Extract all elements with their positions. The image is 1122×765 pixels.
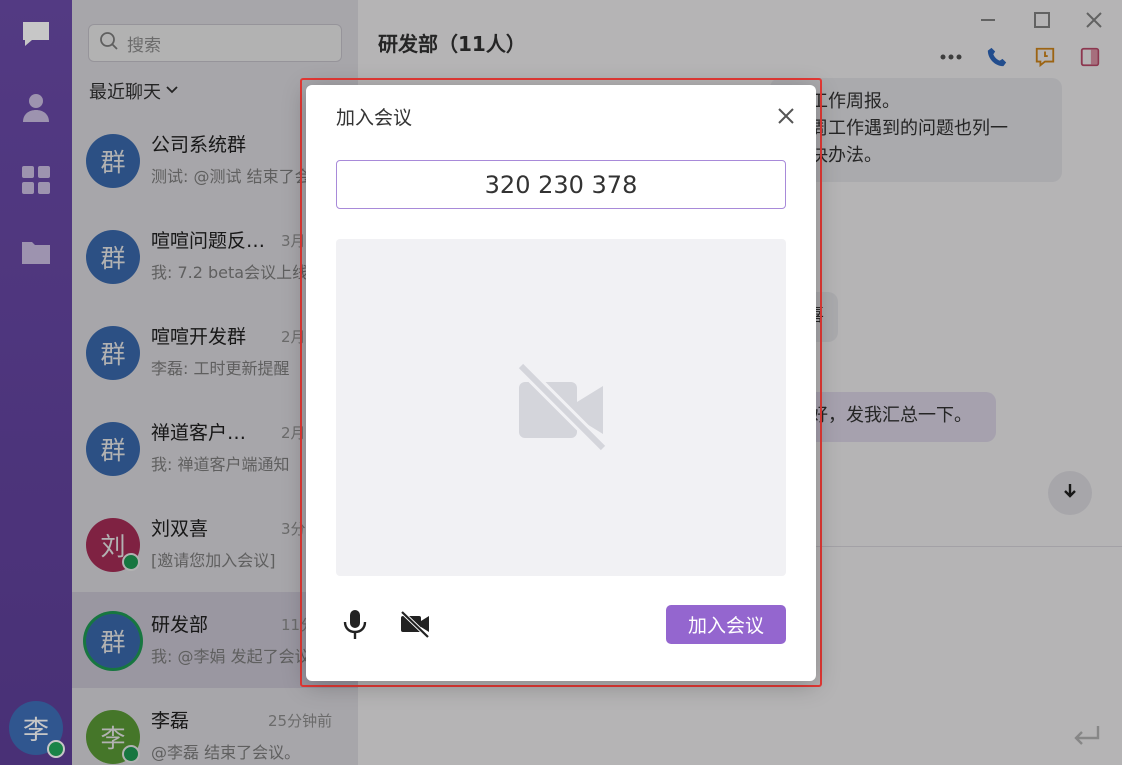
arrow-down-icon [1061,482,1079,504]
close-window-icon[interactable] [1080,6,1108,34]
search-icon [99,31,119,56]
meeting-clock-icon[interactable] [1032,44,1058,70]
chat-name: 公司系统群 [151,134,247,156]
join-meeting-button[interactable]: 加入会议 [666,605,786,644]
chat-name: 禅道客户… [151,422,247,444]
recent-chats-label: 最近聊天 [89,82,161,103]
online-status-dot [122,553,140,571]
chat-avatar: 群 [86,230,140,284]
join-meeting-dialog: 加入会议 加入会议 [306,85,816,681]
chevron-down-icon [165,81,179,102]
close-icon[interactable] [773,103,799,129]
search-placeholder: 搜索 [127,35,161,56]
contacts-icon[interactable] [20,91,52,123]
search-box[interactable]: 搜索 [88,24,342,62]
message-line: 周工作遇到的问题也列一 [810,118,1008,139]
message-line: 决办法。 [810,145,882,166]
chat-name: 喧喧问题反… [151,230,266,252]
chat-avatar: 群 [86,326,140,380]
chat-item[interactable]: 李 李磊 25分钟前 @李磊 结束了会议。 [72,688,358,765]
camera-off-icon [513,358,609,458]
chat-avatar: 群 [86,134,140,188]
folder-icon[interactable] [20,236,52,268]
online-status-dot [47,740,65,758]
phone-icon[interactable] [984,44,1010,70]
chat-time: 25分钟前 [268,712,333,730]
online-status-dot [122,745,140,763]
chat-name: 刘双喜 [151,518,209,540]
dialog-title: 加入会议 [336,107,413,129]
nav-rail: 李 [0,0,72,765]
message-line: 好，发我汇总一下。 [810,405,972,426]
scroll-down-button[interactable] [1048,471,1092,515]
chat-avatar: 群 [86,422,140,476]
chat-name: 李磊 [151,710,190,732]
maximize-icon[interactable] [1028,6,1056,34]
chat-name: 研发部 [151,614,209,636]
meeting-id-input[interactable] [336,160,786,209]
apps-icon[interactable] [20,164,52,196]
send-enter-icon[interactable] [1070,724,1102,756]
camera-toggle-icon[interactable] [396,605,434,643]
chat-bubble-icon[interactable] [20,18,52,50]
more-options-icon[interactable] [938,44,964,70]
microphone-toggle-icon[interactable] [336,605,374,643]
chat-avatar: 群 [86,614,140,668]
recent-chats-dropdown[interactable]: 最近聊天 [89,78,179,104]
sidebar-toggle-icon[interactable] [1077,44,1103,70]
conversation-title: 研发部（11人） [378,32,526,56]
chat-name: 喧喧开发群 [151,326,247,348]
chat-preview: @李磊 结束了会议。 [151,743,301,762]
minimize-icon[interactable] [974,6,1002,34]
camera-preview [336,239,786,576]
message-line: 工作周报。 [810,91,900,112]
